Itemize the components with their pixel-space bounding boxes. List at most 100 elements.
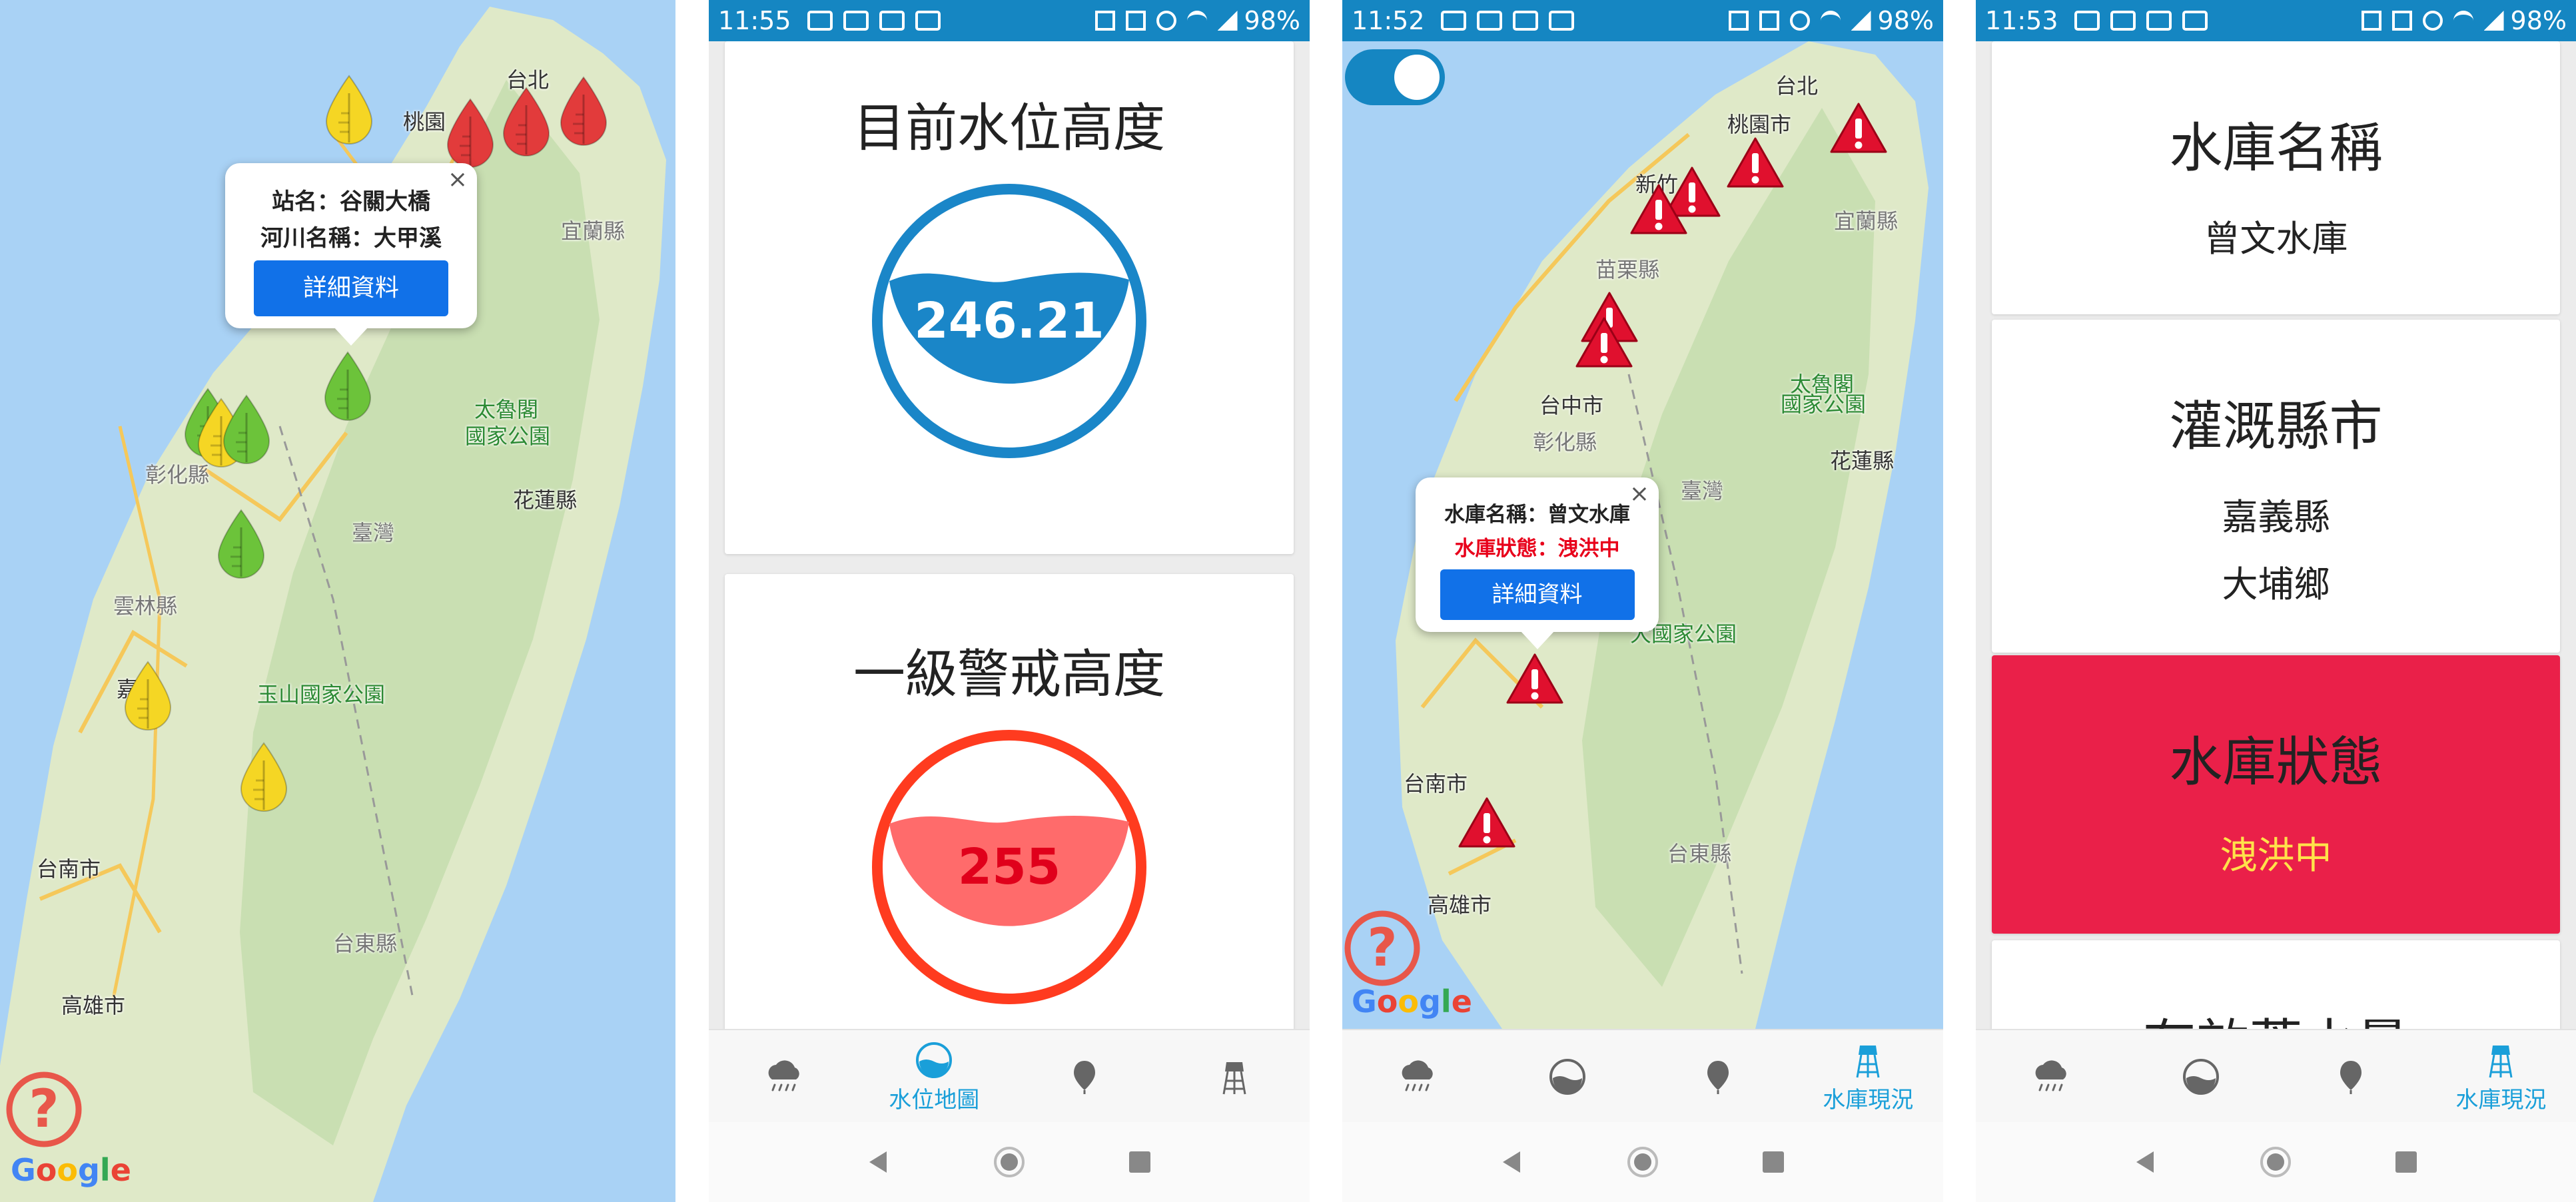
water-drop-marker-icon[interactable] — [322, 73, 376, 147]
map-label: 台北 — [1775, 73, 1819, 99]
nav-rain[interactable] — [1976, 1030, 2126, 1123]
recents-icon[interactable] — [1126, 1149, 1153, 1175]
warning-marker-icon[interactable] — [1574, 316, 1634, 369]
current-level-value: 246.21 — [914, 292, 1104, 350]
map-label: 宜蘭縣 — [1834, 208, 1899, 234]
notification-icon — [807, 11, 833, 31]
river-map[interactable]: 台北 桃園 宜蘭縣 太魯閣 國家公園 花蓮縣 彰化縣 臺灣 雲林縣 嘉市 玉山國… — [0, 0, 675, 1202]
notification-icon — [1512, 11, 1538, 31]
nav-pin[interactable] — [1643, 1030, 1793, 1123]
home-icon[interactable] — [1626, 1145, 1659, 1179]
water-level-icon — [2181, 1057, 2221, 1097]
water-drop-marker-icon[interactable] — [444, 97, 497, 170]
water-drop-marker-icon[interactable] — [220, 393, 273, 466]
recents-icon[interactable] — [2393, 1149, 2419, 1175]
water-drop-marker-icon[interactable] — [557, 75, 610, 148]
status-time: 11:52 — [1352, 6, 1425, 35]
reservoir-info-popup: × 水庫名稱：曾文水庫 水庫狀態：洩洪中 詳細資料 — [1416, 477, 1659, 649]
question-icon[interactable] — [4, 1069, 84, 1149]
close-icon[interactable]: × — [448, 166, 468, 193]
screen-reservoir-map: 11:52 98% 台北 桃園市 新竹 宜蘭縣 苗栗縣 台中市 太魯閣 國家公園… — [1342, 0, 1943, 1202]
recents-icon[interactable] — [1760, 1149, 1787, 1175]
nav-pin[interactable] — [2276, 1030, 2426, 1123]
cast-icon — [2391, 11, 2412, 31]
reservoir-status-value: 洩洪中 — [2220, 834, 2332, 878]
wifi-icon — [2453, 11, 2473, 31]
water-drop-marker-icon[interactable] — [215, 507, 268, 581]
water-drop-marker-icon[interactable] — [321, 350, 374, 423]
nav-label: 水庫現況 — [1823, 1086, 1914, 1113]
detail-scroll-area[interactable]: 目前水位高度 246.21 一級警戒高度 255 — [709, 41, 1310, 1029]
card-title: 目前水位高度 — [853, 99, 1165, 158]
location-icon — [1156, 11, 1176, 31]
home-icon[interactable] — [2259, 1145, 2292, 1179]
notification-icon — [2110, 11, 2136, 31]
water-tower-icon — [1848, 1040, 1888, 1080]
water-level-gauge: 246.21 — [872, 184, 1146, 458]
water-level-icon — [914, 1040, 954, 1080]
nav-reservoir[interactable]: 水庫現況 — [2426, 1030, 2576, 1123]
detail-button[interactable]: 詳細資料 — [1440, 569, 1635, 620]
map-label: 台南市 — [37, 856, 101, 882]
nav-water-map[interactable]: 水位地圖 — [859, 1030, 1010, 1123]
water-drop-marker-icon[interactable] — [500, 85, 553, 158]
map-label: 桃園市 — [1727, 112, 1792, 137]
warning-marker-icon[interactable] — [1725, 136, 1785, 189]
nav-water-map[interactable] — [1493, 1030, 1643, 1123]
nav-pin[interactable] — [1009, 1030, 1160, 1123]
close-icon[interactable]: × — [1629, 480, 1649, 507]
map-label: 台東縣 — [333, 931, 398, 956]
irrigation-township: 大埔鄉 — [2222, 563, 2330, 605]
reservoir-map[interactable]: 台北 桃園市 新竹 宜蘭縣 苗栗縣 台中市 太魯閣 國家公園 彰化縣 花蓮縣 臺… — [1342, 41, 1943, 1029]
water-level-icon — [1547, 1057, 1587, 1097]
notification-icon — [879, 11, 905, 31]
warning-marker-icon[interactable] — [1829, 101, 1889, 154]
location-icon — [1789, 11, 1810, 31]
warning-marker-icon[interactable] — [1629, 182, 1689, 236]
google-logo: Google — [11, 1152, 131, 1188]
map-toggle-switch[interactable] — [1345, 49, 1445, 105]
screen-reservoir-detail: 11:53 98% 水庫名稱 曾文水庫 灌溉縣市 嘉義縣 大埔鄉 水庫狀態 洩洪… — [1976, 0, 2576, 1202]
notification-icon — [2182, 11, 2208, 31]
water-drop-marker-icon[interactable] — [121, 659, 175, 733]
water-drop-marker-icon[interactable] — [237, 741, 290, 814]
card-title: 有效蓄水量 — [1992, 1002, 2560, 1029]
back-icon[interactable] — [1499, 1149, 1525, 1175]
nav-reservoir[interactable] — [1160, 1030, 1310, 1123]
battery-level: 98% — [2510, 6, 2567, 35]
nav-reservoir[interactable]: 水庫現況 — [1793, 1030, 1944, 1123]
question-icon[interactable] — [1342, 908, 1422, 988]
warning-marker-icon[interactable] — [1457, 796, 1517, 849]
detail-scroll-area[interactable]: 水庫名稱 曾文水庫 灌溉縣市 嘉義縣 大埔鄉 水庫狀態 洩洪中 有效蓄水量 — [1976, 41, 2576, 1029]
map-label: 桃園 — [403, 109, 446, 135]
map-label: 苗栗縣 — [1595, 257, 1660, 282]
system-navigation — [709, 1122, 1310, 1202]
google-logo: Google — [1352, 984, 1472, 1020]
river-name: 河川名稱：大甲溪 — [260, 225, 442, 252]
signal-icon — [1217, 11, 1238, 31]
detail-button[interactable]: 詳細資料 — [254, 260, 448, 316]
water-tower-icon — [1214, 1057, 1254, 1097]
card-title: 水庫名稱 — [2169, 117, 2383, 179]
notification-icon — [1476, 11, 1502, 31]
screen-river-map: 台北 桃園 宜蘭縣 太魯閣 國家公園 花蓮縣 彰化縣 臺灣 雲林縣 嘉市 玉山國… — [0, 0, 675, 1202]
bottom-navigation: 水位地圖 — [709, 1029, 1310, 1123]
back-icon[interactable] — [2132, 1149, 2159, 1175]
back-icon[interactable] — [865, 1149, 892, 1175]
home-icon[interactable] — [993, 1145, 1026, 1179]
reservoir-name-value: 曾文水庫 — [2204, 218, 2348, 260]
notification-icon — [1548, 11, 1574, 31]
nav-rain[interactable] — [709, 1030, 859, 1123]
map-label: 台東縣 — [1667, 841, 1732, 866]
map-label: 高雄市 — [61, 993, 126, 1018]
water-tower-icon — [2481, 1040, 2521, 1080]
warning-marker-icon[interactable] — [1505, 652, 1565, 705]
nfc-icon — [1728, 11, 1749, 31]
status-bar: 11:53 98% — [1976, 0, 2576, 41]
alert-level-card: 一級警戒高度 255 — [725, 574, 1294, 1029]
screen-water-level: 11:55 98% 目前水位高度 246.21 一級警戒高度 255 水位地圖 — [709, 0, 1310, 1202]
nav-rain[interactable] — [1342, 1030, 1493, 1123]
nav-water-map[interactable] — [2126, 1030, 2276, 1123]
system-navigation — [1342, 1122, 1943, 1202]
rain-cloud-icon — [2031, 1057, 2071, 1097]
